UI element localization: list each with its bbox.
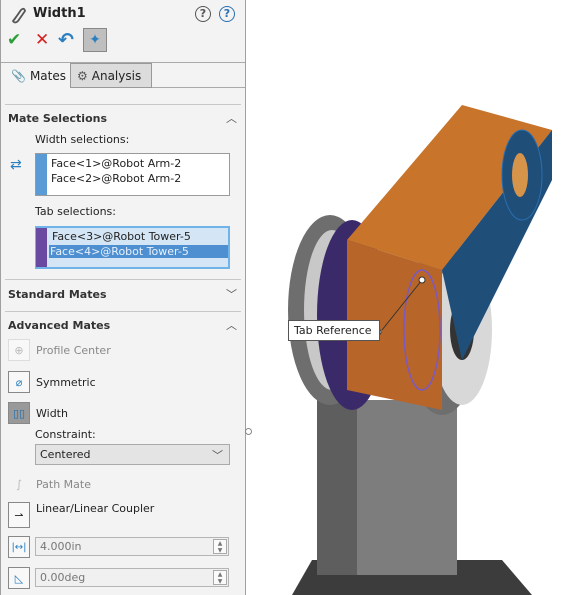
gears-icon: ⚙ [77, 68, 88, 83]
chevron-up-icon[interactable]: ︿ [226, 317, 237, 333]
profile-center-icon: ⊕ [8, 339, 30, 361]
linear-coupler-icon: ⇀ [8, 502, 30, 528]
list-item[interactable]: Face<1>@Robot Arm-2 [50, 157, 181, 170]
constraint-dropdown[interactable]: Centered ﹀ [35, 444, 230, 465]
width-selections-label: Width selections: [35, 133, 130, 146]
angle-icon: ◺ [8, 567, 30, 589]
list-item[interactable]: Face<2>@Robot Arm-2 [50, 172, 181, 185]
graphics-viewport[interactable]: Tab Reference [252, 0, 568, 595]
distance-spinner[interactable]: ▲ ▼ [213, 539, 227, 554]
undo-icon[interactable]: ↶ [58, 29, 74, 51]
mate-selections-header[interactable]: Mate Selections [8, 112, 107, 125]
standard-mates-header[interactable]: Standard Mates [8, 288, 107, 301]
tab-analysis[interactable]: ⚙ Analysis [70, 63, 152, 88]
property-manager: Width1 ? ? ✔ ✕ ↶ ✦ 📎 Mates ⚙ Analysis Mate… [0, 0, 246, 595]
angle-input[interactable]: 0.00deg ▲ ▼ [35, 568, 229, 587]
tab-selections-list[interactable]: Face<3>@Robot Tower-5 Face<4>@Robot Towe… [35, 226, 230, 269]
swap-selections-icon[interactable]: ⇄ [10, 157, 30, 175]
tab-selections-label: Tab selections: [35, 205, 116, 218]
tab-reference-callout: Tab Reference [288, 320, 380, 341]
help-icon[interactable]: ? [219, 6, 235, 22]
pushpin-button[interactable]: ✦ [83, 28, 107, 52]
tab-mates[interactable]: 📎 Mates [5, 63, 69, 88]
chevron-up-icon[interactable]: ︿ [226, 110, 237, 126]
list-item-selected[interactable]: Face<4>@Robot Tower-5 [49, 245, 228, 258]
cancel-x-icon[interactable]: ✕ [35, 30, 49, 50]
page-title: Width1 [33, 6, 86, 21]
chevron-down-icon[interactable]: ﹀ [226, 286, 237, 302]
distance-icon: |↔| [8, 536, 30, 558]
width-option[interactable]: ▯▯ Width [8, 402, 68, 424]
whats-new-help-icon[interactable]: ? [195, 6, 211, 22]
constraint-label: Constraint: [35, 428, 96, 441]
paperclip-icon [11, 7, 26, 24]
panel-resize-handle[interactable] [245, 428, 252, 435]
ok-check-icon[interactable]: ✔ [7, 30, 21, 50]
distance-input[interactable]: 4.000in ▲ ▼ [35, 537, 229, 556]
symmetric-icon: ⌀ [8, 371, 30, 393]
chevron-down-icon: ﹀ [212, 449, 223, 462]
symmetric-option[interactable]: ⌀ Symmetric [8, 371, 96, 393]
width-mate-icon: ▯▯ [8, 402, 30, 424]
path-mate-option[interactable]: ∫ Path Mate [8, 473, 91, 495]
angle-spinner[interactable]: ▲ ▼ [213, 570, 227, 585]
advanced-mates-header[interactable]: Advanced Mates [8, 319, 110, 332]
profile-center-option[interactable]: ⊕ Profile Center [8, 339, 111, 361]
paperclip-icon: 📎 [11, 68, 26, 83]
path-mate-icon: ∫ [16, 477, 22, 491]
width-selections-list[interactable]: Face<1>@Robot Arm-2 Face<2>@Robot Arm-2 [35, 153, 230, 196]
linear-coupler-option[interactable]: ⇀ Linear/Linear Coupler [8, 502, 154, 528]
list-item[interactable]: Face<3>@Robot Tower-5 [51, 230, 191, 243]
